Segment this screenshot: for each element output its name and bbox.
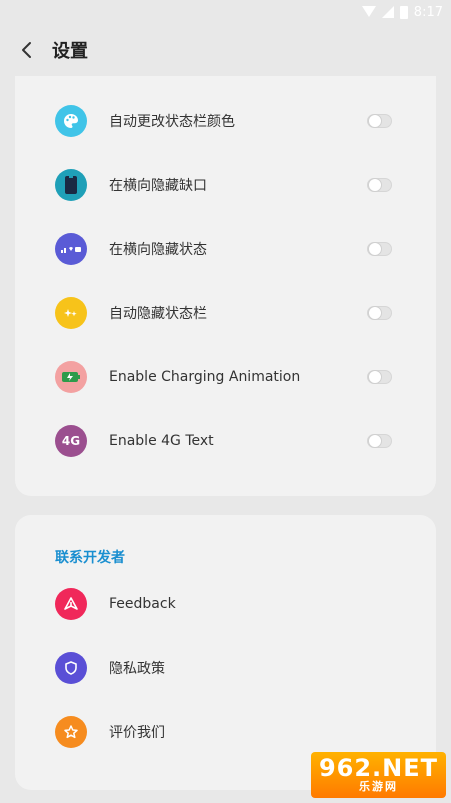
send-icon <box>55 588 87 620</box>
signal-icon <box>381 6 394 18</box>
setting-row-4g-text[interactable]: 4G Enable 4G Text <box>15 409 436 473</box>
feedback-item[interactable]: Feedback <box>15 572 436 636</box>
auto-statusbar-color-toggle[interactable] <box>367 114 392 128</box>
setting-label: Enable 4G Text <box>109 433 214 449</box>
app-bar: 设置 <box>0 24 451 76</box>
setting-label: 自动隐藏状态栏 <box>109 306 207 322</box>
feedback-label: Feedback <box>109 596 176 612</box>
watermark-sub-text: 乐游网 <box>359 780 398 793</box>
shield-icon <box>55 652 87 684</box>
watermark-main-text: 962.NET <box>318 754 439 782</box>
setting-label: Enable Charging Animation <box>109 369 301 385</box>
charging-animation-toggle[interactable] <box>367 370 392 384</box>
auto-hide-statusbar-toggle[interactable] <box>367 306 392 320</box>
setting-row-charging-animation[interactable]: Enable Charging Animation <box>15 345 436 409</box>
setting-label: 自动更改状态栏颜色 <box>109 114 235 130</box>
watermark-logo: 962.NET 乐游网 <box>311 752 446 798</box>
setting-row-auto-statusbar-color[interactable]: 自动更改状态栏颜色 <box>15 89 436 153</box>
battery-icon <box>399 5 408 19</box>
back-button[interactable] <box>16 39 38 61</box>
wifi-icon <box>361 6 376 18</box>
setting-label: 在横向隐藏状态 <box>109 242 207 258</box>
clock: 8:17 <box>413 4 443 20</box>
settings-card: 自动更改状态栏颜色 在横向隐藏缺口 在横向隐藏状态 自动隐藏状态栏 Enable… <box>15 76 436 496</box>
hide-status-toggle[interactable] <box>367 242 392 256</box>
4g-text-toggle[interactable] <box>367 434 392 448</box>
setting-row-hide-notch[interactable]: 在横向隐藏缺口 <box>15 153 436 217</box>
status-icons-icon <box>55 233 87 265</box>
section-title: 联系开发者 <box>55 550 125 566</box>
star-icon <box>55 716 87 748</box>
4g-icon: 4G <box>55 425 87 457</box>
page-title: 设置 <box>52 41 88 62</box>
notch-phone-icon <box>55 169 87 201</box>
rate-us-label: 评价我们 <box>109 725 165 741</box>
hide-notch-toggle[interactable] <box>367 178 392 192</box>
sparkle-icon <box>55 297 87 329</box>
chevron-left-icon <box>22 42 31 58</box>
palette-icon <box>55 105 87 137</box>
privacy-policy-item[interactable]: 隐私政策 <box>15 636 436 700</box>
battery-charging-icon <box>55 361 87 393</box>
setting-label: 在横向隐藏缺口 <box>109 178 207 194</box>
setting-row-hide-status[interactable]: 在横向隐藏状态 <box>15 217 436 281</box>
privacy-policy-label: 隐私政策 <box>109 661 165 677</box>
developer-card: 联系开发者 Feedback 隐私政策 评价我们 <box>15 515 436 790</box>
setting-row-auto-hide-statusbar[interactable]: 自动隐藏状态栏 <box>15 281 436 345</box>
status-bar: 8:17 <box>0 0 451 24</box>
